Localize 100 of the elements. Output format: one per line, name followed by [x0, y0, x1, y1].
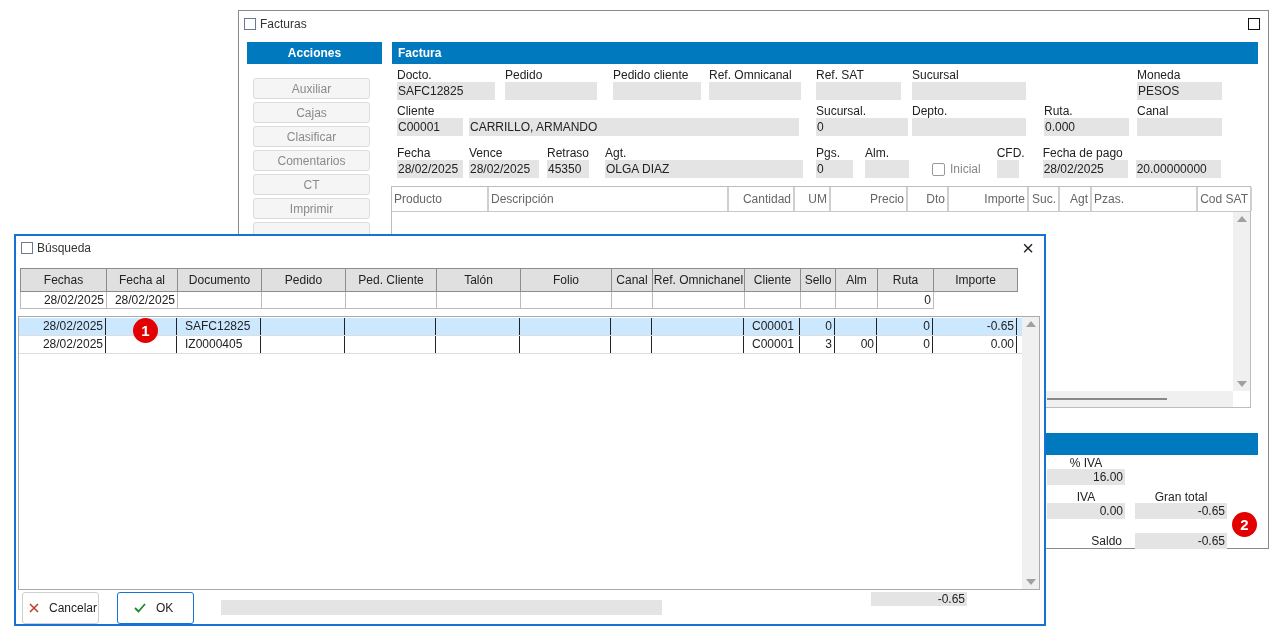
field-label: Saldo	[1091, 535, 1122, 547]
field-label: Agt.	[605, 146, 627, 160]
table-cell: C00001	[744, 336, 800, 353]
filter-field[interactable]	[836, 292, 878, 309]
column-header[interactable]: Cliente	[745, 268, 801, 292]
field-label: Gran total	[1153, 491, 1209, 503]
form-field[interactable]	[912, 82, 1026, 100]
column-header[interactable]: Alm	[836, 268, 878, 292]
total-field: -0.65	[1135, 533, 1227, 549]
window-icon	[244, 18, 256, 30]
form-field[interactable]: 28/02/2025	[397, 160, 463, 178]
scrollbar[interactable]	[1233, 212, 1250, 391]
column-header[interactable]: Folio	[521, 268, 612, 292]
text-field[interactable]	[221, 600, 662, 615]
form-field[interactable]	[996, 160, 1019, 178]
form-field[interactable]: 28/02/2025	[469, 160, 539, 178]
column-header[interactable]: Agt	[1060, 187, 1092, 211]
result-row[interactable]: 28/02/2025 IZ0000405 C00001 3 00 0 0.00	[19, 336, 1022, 354]
cancel-button[interactable]: Cancelar	[22, 592, 99, 624]
field-label: IVA	[1075, 491, 1097, 503]
close-button[interactable]: ×	[1022, 238, 1034, 258]
column-header[interactable]: Fecha al	[107, 268, 178, 292]
field-label: Alm.	[865, 146, 889, 160]
total-field: 0.00	[1047, 503, 1125, 519]
filter-field[interactable]	[178, 292, 262, 309]
column-header[interactable]: Fechas	[20, 268, 107, 292]
filter-field[interactable]	[653, 292, 745, 309]
form-field[interactable]: 28/02/2025	[1042, 160, 1128, 178]
form-field[interactable]	[613, 82, 701, 100]
window-icon	[21, 242, 33, 254]
form-field[interactable]	[816, 82, 901, 100]
field-label: Retraso	[547, 146, 590, 160]
column-header[interactable]: Canal	[612, 268, 653, 292]
maximize-icon[interactable]	[1248, 18, 1260, 30]
filter-field[interactable]	[521, 292, 612, 309]
filter-field[interactable]	[346, 292, 437, 309]
form-field[interactable]	[865, 160, 909, 178]
section-header: Acciones	[247, 42, 382, 64]
field-label: Docto.	[397, 68, 432, 82]
column-header[interactable]: Documento	[178, 268, 262, 292]
column-header[interactable]: Importe	[934, 268, 1018, 292]
form-field[interactable]: CARRILLO, ARMANDO	[469, 118, 799, 136]
filter-field[interactable]	[801, 292, 836, 309]
column-header[interactable]: Suc.	[1029, 187, 1060, 211]
filter-field[interactable]: 28/02/2025	[107, 292, 178, 309]
form-field[interactable]: 0	[816, 118, 908, 136]
column-header[interactable]: Precio	[831, 187, 908, 211]
column-header[interactable]: Sello	[801, 268, 836, 292]
close-icon	[29, 603, 39, 613]
table-cell: 28/02/2025	[19, 318, 106, 335]
form-field[interactable]: OLGA DIAZ	[605, 160, 803, 178]
filter-field[interactable]: 28/02/2025	[20, 292, 107, 309]
form-field[interactable]	[709, 82, 801, 100]
column-header[interactable]: Ped. Cliente	[346, 268, 437, 292]
scrollbar[interactable]	[1022, 317, 1039, 589]
checkbox[interactable]	[932, 162, 945, 176]
filter-field[interactable]: 0	[878, 292, 934, 309]
checkbox-label: Inicial	[950, 162, 981, 176]
table-cell: 0	[877, 336, 933, 353]
form-field[interactable]: 45350	[547, 160, 589, 178]
check-icon	[134, 603, 146, 613]
scroll-up-icon[interactable]	[1025, 321, 1036, 327]
table-cell: 0	[877, 318, 933, 335]
column-header[interactable]: Cantidad	[729, 187, 795, 211]
table-cell: 3	[800, 336, 835, 353]
form-field[interactable]	[505, 82, 597, 100]
scroll-up-icon[interactable]	[1236, 216, 1247, 222]
form-field[interactable]: 0	[816, 160, 853, 178]
column-header[interactable]: Producto	[392, 187, 489, 211]
column-header[interactable]: Talón	[437, 268, 521, 292]
form-field[interactable]: 0.000	[1044, 118, 1129, 136]
column-header[interactable]: Descripción	[489, 187, 729, 211]
form-field[interactable]	[912, 118, 1026, 136]
form-field[interactable]: SAFC12825	[397, 82, 495, 100]
ok-button[interactable]: OK	[117, 592, 194, 624]
filter-field[interactable]	[745, 292, 801, 309]
window-title: Búsqueda	[37, 241, 93, 255]
form-field[interactable]: PESOS	[1137, 82, 1222, 100]
column-header[interactable]: Pedido	[262, 268, 346, 292]
filter-field[interactable]	[612, 292, 653, 309]
column-header[interactable]: Ref. Omnichanel	[653, 268, 745, 292]
section-header: Factura	[392, 42, 1258, 64]
filter-field[interactable]	[262, 292, 346, 309]
table-cell: C00001	[744, 318, 800, 335]
field-label: Moneda	[1137, 68, 1181, 82]
filter-field[interactable]	[437, 292, 521, 309]
form-field[interactable]	[1137, 118, 1222, 136]
table-cell: IZ0000405	[177, 336, 261, 353]
form-field[interactable]: 20.00000000	[1135, 160, 1221, 178]
field-label: Ref. SAT	[816, 68, 864, 82]
scroll-down-icon[interactable]	[1025, 579, 1036, 585]
scroll-down-icon[interactable]	[1236, 381, 1247, 387]
column-header[interactable]: UM	[795, 187, 831, 211]
column-header[interactable]: Ruta	[878, 268, 934, 292]
form-field[interactable]: C00001	[397, 118, 463, 136]
column-header[interactable]: Dto	[908, 187, 949, 211]
field-label: Pgs.	[816, 146, 840, 160]
field-label: Fecha	[397, 146, 431, 160]
column-header[interactable]: Pzas.	[1092, 187, 1198, 211]
column-header[interactable]: Importe	[949, 187, 1029, 211]
